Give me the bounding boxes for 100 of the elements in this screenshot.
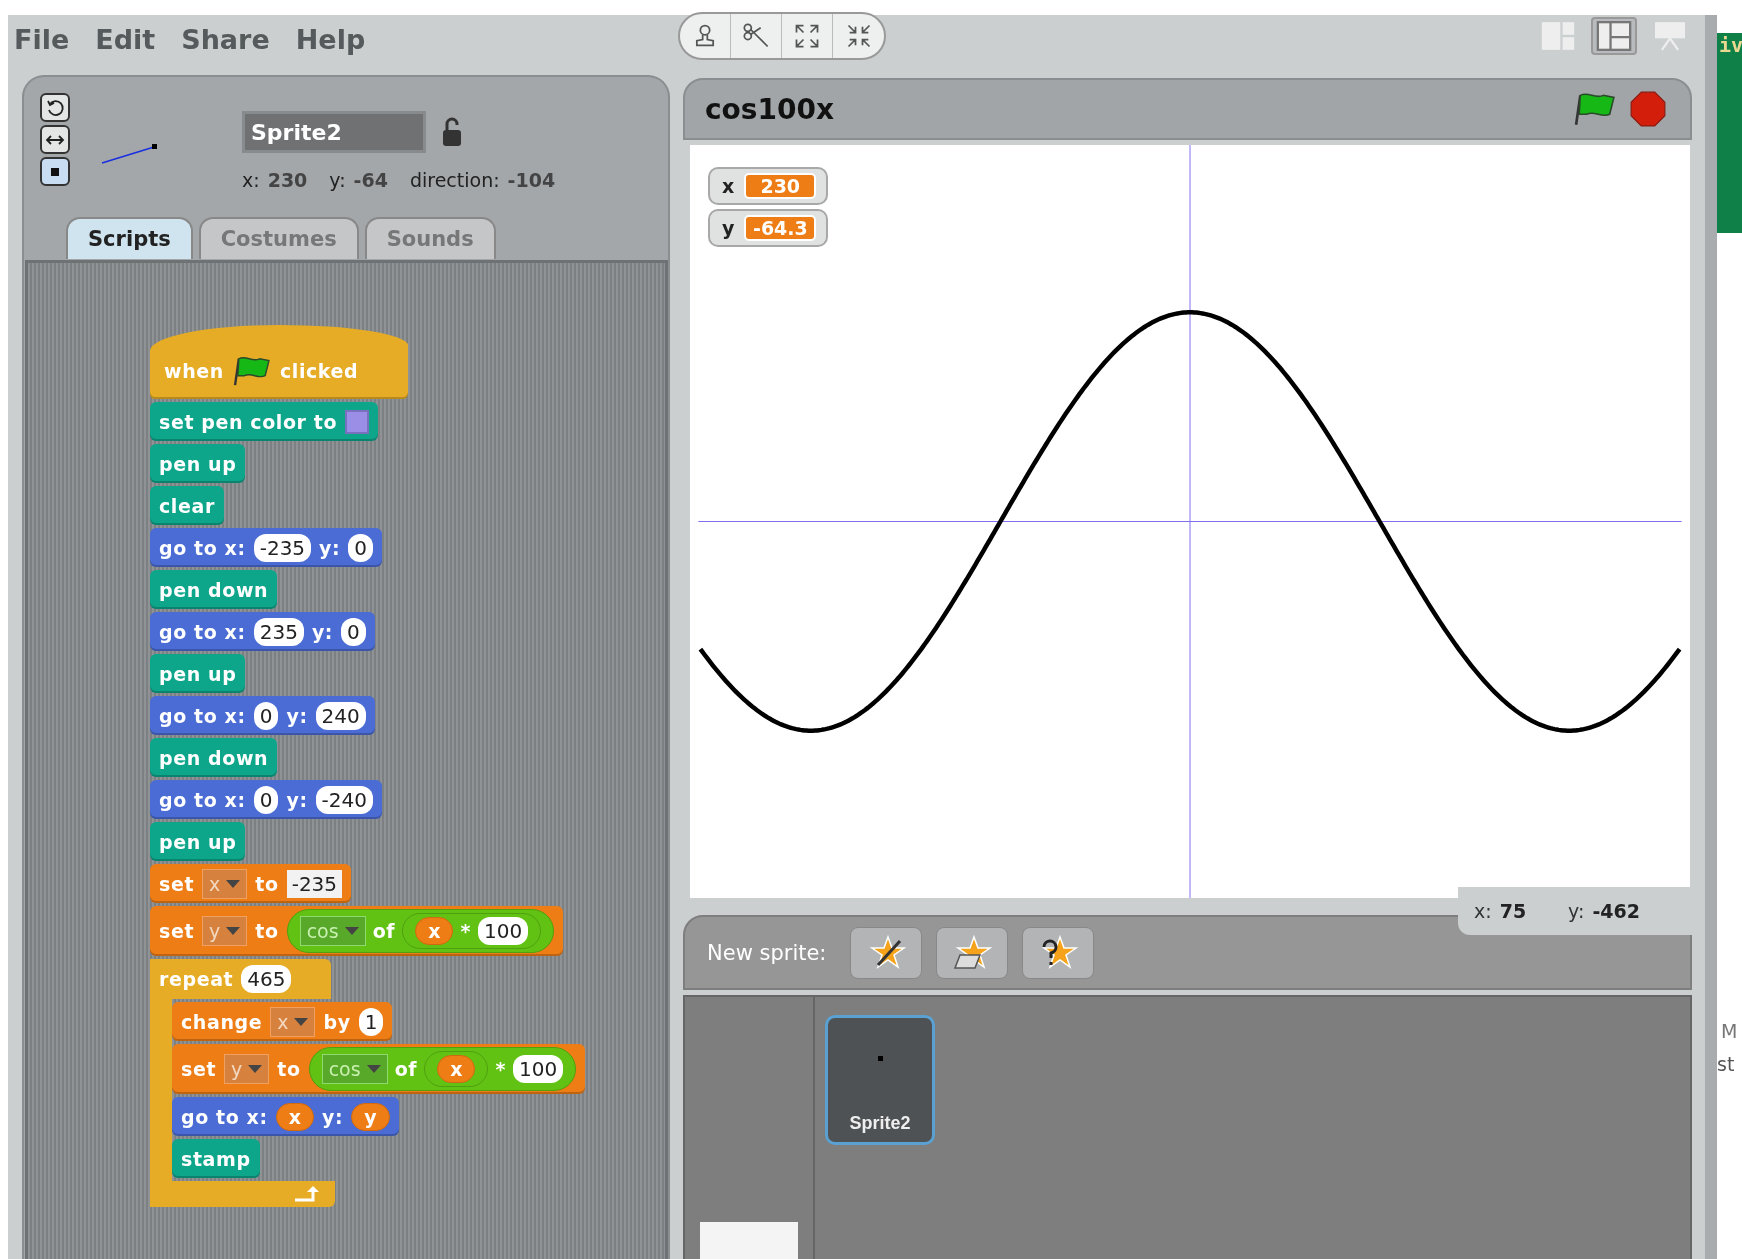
tab[interactable]: Scripts xyxy=(66,217,193,259)
stage-thumbnail[interactable] xyxy=(700,1222,798,1259)
block-label: pen down xyxy=(159,578,269,601)
direction-label: direction: xyxy=(409,169,500,191)
mouse-x-label: x: xyxy=(1474,900,1492,922)
paint-sprite-button[interactable] xyxy=(850,926,923,979)
motion-block[interactable]: go to x: 0 y: 240 xyxy=(150,696,375,735)
sprite-name: Sprite2 xyxy=(849,1113,911,1134)
block-label: * xyxy=(460,920,471,942)
number-input[interactable]: 465 xyxy=(241,965,292,993)
number-input[interactable]: 240 xyxy=(315,701,366,730)
number-input[interactable]: 1 xyxy=(358,1007,384,1036)
block-label: pen up xyxy=(159,830,237,853)
menu-item[interactable]: Edit xyxy=(95,23,156,55)
variable-block[interactable]: set y to cos of x * 100 xyxy=(172,1044,586,1094)
view-mode-button[interactable] xyxy=(1591,17,1637,55)
block-label: y: xyxy=(321,1105,344,1128)
number-input[interactable]: 0 xyxy=(253,701,279,730)
direction-value: -104 xyxy=(507,169,556,191)
layout-icon xyxy=(1596,21,1632,51)
caret-icon xyxy=(366,1065,381,1073)
variable-block[interactable]: change x by 1 xyxy=(172,1002,393,1041)
block-label: set xyxy=(159,920,195,942)
sprite-thumbnail[interactable]: Sprite2 xyxy=(825,1015,935,1145)
block-label: change xyxy=(181,1010,263,1033)
caret-icon xyxy=(294,1017,309,1026)
page-fragment-text: st xyxy=(1717,1053,1735,1075)
block-label: by xyxy=(323,1010,351,1033)
number-input[interactable]: 235 xyxy=(253,617,304,646)
flag-icon xyxy=(231,355,272,387)
number-input[interactable]: 100 xyxy=(478,917,529,945)
rotate-icon xyxy=(45,97,65,118)
caret-icon xyxy=(344,927,359,935)
block-label: pen up xyxy=(159,452,237,475)
block-label: set xyxy=(181,1058,217,1080)
operator-reporter[interactable]: cos of x * 100 xyxy=(308,1047,577,1091)
flag-icon xyxy=(1574,91,1616,127)
surprise-sprite-button[interactable] xyxy=(1022,926,1095,979)
block-label: y: xyxy=(286,704,308,727)
block-label: y: xyxy=(311,620,334,643)
y-value: -64 xyxy=(353,169,388,191)
block-label: set xyxy=(159,872,195,895)
number-input[interactable]: 0 xyxy=(341,617,366,646)
monitor-label: y xyxy=(722,217,735,239)
mouse-x-value: 75 xyxy=(1499,900,1527,922)
grow-icon xyxy=(793,22,821,50)
start-button[interactable] xyxy=(1574,91,1616,127)
number-input[interactable]: -240 xyxy=(315,785,373,814)
motion-block[interactable]: go to x: 235 y: 0 xyxy=(150,612,375,651)
number-input[interactable]: 0 xyxy=(348,533,373,562)
operator-reporter[interactable]: x * 100 xyxy=(402,913,542,949)
number-input[interactable]: -235 xyxy=(253,533,312,562)
x-value: 230 xyxy=(267,169,308,191)
rotation-style-button[interactable] xyxy=(40,157,70,186)
block-label: * xyxy=(495,1058,506,1080)
variable-block[interactable]: set y to cos of x * 100 xyxy=(150,906,564,956)
mouse-y-value: -462 xyxy=(1592,900,1640,922)
block-label: when xyxy=(164,360,224,382)
layout-icon xyxy=(1540,21,1576,51)
operator-reporter[interactable]: cos of x * 100 xyxy=(286,909,555,953)
stop-sign-icon xyxy=(1630,91,1666,127)
block-label: to xyxy=(277,1058,301,1080)
block-label: clear xyxy=(159,494,215,517)
block-label: pen up xyxy=(159,662,237,685)
scissors-icon xyxy=(742,22,770,50)
menu-item[interactable]: Help xyxy=(295,23,366,55)
block-label: to xyxy=(255,872,279,895)
block-label: of xyxy=(372,920,396,942)
variable-monitor[interactable]: x 230 xyxy=(708,167,829,205)
project-title: cos100x xyxy=(705,92,835,126)
sprite-name-field[interactable]: Sprite2 xyxy=(242,111,426,153)
motion-block[interactable]: go to x: -235 y: 0 xyxy=(150,528,382,567)
block-label: go to x: xyxy=(159,536,246,559)
text-input[interactable]: -235 xyxy=(286,869,343,898)
block-label: of xyxy=(394,1058,418,1080)
presentation-icon xyxy=(1652,21,1688,51)
color-swatch[interactable] xyxy=(345,409,370,434)
open-sprite-button[interactable] xyxy=(936,926,1009,979)
loop-block[interactable]: repeat 465 change x by 1 set y to cos of x * 100 go to x: x y: y stamp xyxy=(150,959,586,1207)
menu-item[interactable]: File xyxy=(14,23,70,55)
y-label: y: xyxy=(329,169,346,191)
mouse-y-label: y: xyxy=(1568,900,1585,922)
x-label: x: xyxy=(242,169,260,191)
block-label: y: xyxy=(286,788,308,811)
caret-icon xyxy=(226,879,241,888)
menu-item[interactable]: Share xyxy=(181,23,270,55)
motion-block[interactable]: go to x: 0 y: -240 xyxy=(150,780,382,819)
variable-block[interactable]: set x to -235 xyxy=(150,864,352,903)
stop-button[interactable] xyxy=(1630,91,1666,127)
new-sprite-label: New sprite: xyxy=(707,940,827,965)
number-input[interactable]: 0 xyxy=(253,785,279,814)
block-label: go to x: xyxy=(159,788,246,811)
block-label: y: xyxy=(319,536,341,559)
star-folder-icon xyxy=(952,934,993,971)
lock-icon[interactable] xyxy=(440,116,464,148)
block-label: go to x: xyxy=(159,620,246,643)
number-input[interactable]: 100 xyxy=(513,1055,564,1083)
rotation-style-button[interactable] xyxy=(40,125,70,154)
variable-monitor[interactable]: y -64.3 xyxy=(708,209,829,247)
rotation-style-button[interactable] xyxy=(40,93,70,122)
